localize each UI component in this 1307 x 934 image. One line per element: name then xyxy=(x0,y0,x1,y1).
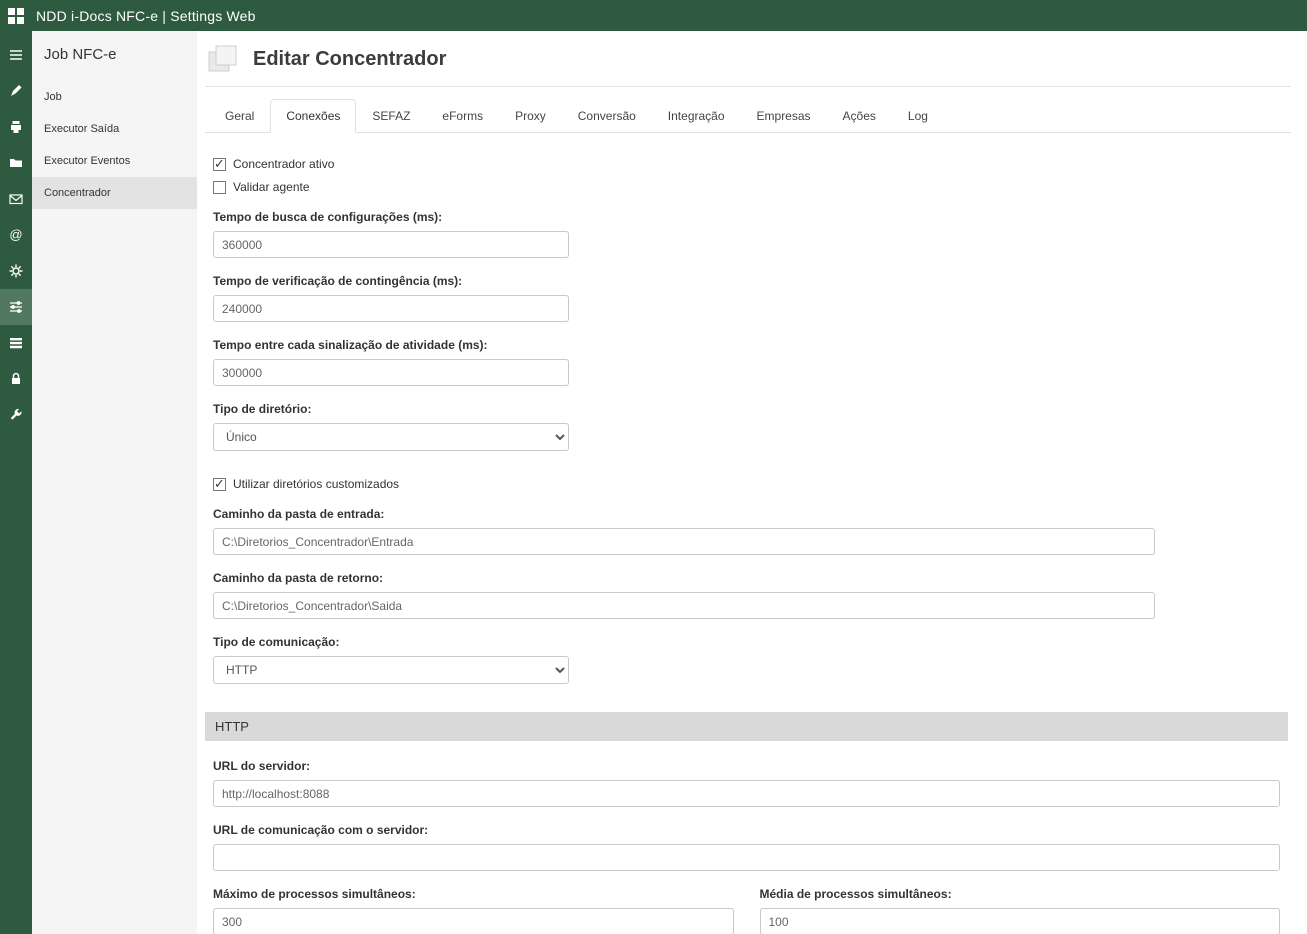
svg-text:@: @ xyxy=(9,227,22,242)
tab-geral[interactable]: Geral xyxy=(209,99,270,133)
concentrador-ativo-label: Concentrador ativo xyxy=(233,157,334,171)
tempo-contingencia-field: Tempo de verificação de contingência (ms… xyxy=(213,274,1288,322)
mail-button[interactable] xyxy=(0,181,32,217)
folder-button[interactable] xyxy=(0,145,32,181)
utilizar-diretorios-label: Utilizar diretórios customizados xyxy=(233,477,399,491)
tab-proxy[interactable]: Proxy xyxy=(499,99,562,133)
concentrador-form: Concentrador ativo Validar agente Tempo … xyxy=(205,133,1288,934)
validar-agente-row: Validar agente xyxy=(213,180,1288,194)
tempo-busca-field: Tempo de busca de configurações (ms): xyxy=(213,210,1288,258)
tab-log[interactable]: Log xyxy=(892,99,944,133)
http-section-header[interactable]: HTTP xyxy=(205,712,1288,741)
sidebar-item-executor-eventos[interactable]: Executor Eventos xyxy=(32,145,197,177)
main-content: Editar Concentrador Geral Conexões SEFAZ… xyxy=(197,31,1307,934)
concentrador-ativo-checkbox[interactable] xyxy=(213,158,226,171)
tab-conversao[interactable]: Conversão xyxy=(562,99,652,133)
media-processos-input[interactable] xyxy=(760,908,1281,934)
validar-agente-checkbox[interactable] xyxy=(213,181,226,194)
at-sign-icon: @ xyxy=(8,227,24,243)
menu-button[interactable] xyxy=(0,37,32,73)
tempo-sinalizacao-label: Tempo entre cada sinalização de atividad… xyxy=(213,338,1288,352)
caminho-retorno-field: Caminho da pasta de retorno: xyxy=(213,571,1288,619)
url-servidor-label: URL do servidor: xyxy=(213,759,1280,773)
ndd-grid-logo xyxy=(7,7,25,25)
secondary-sidebar: Job NFC-e Job Executor Saída Executor Ev… xyxy=(32,31,197,934)
printer-icon xyxy=(8,119,24,135)
url-comunicacao-label: URL de comunicação com o servidor: xyxy=(213,823,1280,837)
url-servidor-field: URL do servidor: xyxy=(213,759,1280,807)
menu-icon xyxy=(8,47,24,63)
max-processos-label: Máximo de processos simultâneos: xyxy=(213,887,734,901)
utilizar-diretorios-checkbox[interactable] xyxy=(213,478,226,491)
envelope-icon xyxy=(8,191,24,207)
http-section-body: URL do servidor: URL de comunicação com … xyxy=(205,741,1288,934)
validar-agente-label: Validar agente xyxy=(233,180,310,194)
queue-icon xyxy=(8,335,24,351)
http-section: HTTP URL do servidor: URL de comunicação… xyxy=(205,712,1288,934)
tipo-diretorio-select[interactable]: Único xyxy=(213,423,569,451)
pen-button[interactable] xyxy=(0,73,32,109)
max-processos-input[interactable] xyxy=(213,908,734,934)
tipo-comunicacao-label: Tipo de comunicação: xyxy=(213,635,1288,649)
url-servidor-input[interactable] xyxy=(213,780,1280,807)
utilizar-diretorios-row: Utilizar diretórios customizados xyxy=(213,477,1288,491)
sidebar-title: Job NFC-e xyxy=(32,31,197,81)
caminho-retorno-label: Caminho da pasta de retorno: xyxy=(213,571,1288,585)
page-header: Editar Concentrador xyxy=(205,31,1291,87)
sidebar-item-job[interactable]: Job xyxy=(32,81,197,113)
settings-button[interactable] xyxy=(0,253,32,289)
tempo-busca-label: Tempo de busca de configurações (ms): xyxy=(213,210,1288,224)
caminho-entrada-input[interactable] xyxy=(213,528,1155,555)
tempo-sinalizacao-field: Tempo entre cada sinalização de atividad… xyxy=(213,338,1288,386)
printer-button[interactable] xyxy=(0,109,32,145)
wrench-icon xyxy=(8,407,24,423)
url-comunicacao-input[interactable] xyxy=(213,844,1280,871)
folder-open-icon xyxy=(8,155,24,171)
app-title: NDD i-Docs NFC-e | Settings Web xyxy=(36,8,256,24)
tipo-comunicacao-select[interactable]: HTTP xyxy=(213,656,569,684)
at-button[interactable]: @ xyxy=(0,217,32,253)
tools-button[interactable] xyxy=(0,397,32,433)
tab-empresas[interactable]: Empresas xyxy=(741,99,827,133)
top-bar: NDD i-Docs NFC-e | Settings Web xyxy=(0,0,1307,31)
sliders-icon xyxy=(8,299,24,315)
tab-bar: Geral Conexões SEFAZ eForms Proxy Conver… xyxy=(205,99,1291,133)
tab-acoes[interactable]: Ações xyxy=(827,99,892,133)
page-title: Editar Concentrador xyxy=(253,48,446,71)
pen-icon xyxy=(8,83,24,99)
document-stack-icon xyxy=(205,43,241,75)
tipo-diretorio-label: Tipo de diretório: xyxy=(213,402,1288,416)
lock-button[interactable] xyxy=(0,361,32,397)
queue-button[interactable] xyxy=(0,325,32,361)
caminho-entrada-field: Caminho da pasta de entrada: xyxy=(213,507,1288,555)
icon-rail: @ xyxy=(0,31,32,934)
tab-integracao[interactable]: Integração xyxy=(652,99,741,133)
caminho-entrada-label: Caminho da pasta de entrada: xyxy=(213,507,1288,521)
sidebar-item-executor-saida[interactable]: Executor Saída xyxy=(32,113,197,145)
url-comunicacao-field: URL de comunicação com o servidor: xyxy=(213,823,1280,871)
app-grid-icon xyxy=(7,7,25,25)
tab-conexoes[interactable]: Conexões xyxy=(270,99,356,133)
media-processos-field: Média de processos simultâneos: xyxy=(760,887,1281,934)
tipo-comunicacao-field: Tipo de comunicação: HTTP xyxy=(213,635,1288,684)
tempo-sinalizacao-input[interactable] xyxy=(213,359,569,386)
media-processos-label: Média de processos simultâneos: xyxy=(760,887,1281,901)
tab-eforms[interactable]: eForms xyxy=(426,99,499,133)
tempo-contingencia-label: Tempo de verificação de contingência (ms… xyxy=(213,274,1288,288)
tempo-busca-input[interactable] xyxy=(213,231,569,258)
lock-icon xyxy=(8,371,24,387)
caminho-retorno-input[interactable] xyxy=(213,592,1155,619)
tab-sefaz[interactable]: SEFAZ xyxy=(356,99,426,133)
tempo-contingencia-input[interactable] xyxy=(213,295,569,322)
concentrador-ativo-row: Concentrador ativo xyxy=(213,157,1288,171)
max-processos-field: Máximo de processos simultâneos: xyxy=(213,887,734,934)
gear-icon xyxy=(8,263,24,279)
sliders-button[interactable] xyxy=(0,289,32,325)
sidebar-item-concentrador[interactable]: Concentrador xyxy=(32,177,197,209)
tipo-diretorio-field: Tipo de diretório: Único xyxy=(213,402,1288,451)
